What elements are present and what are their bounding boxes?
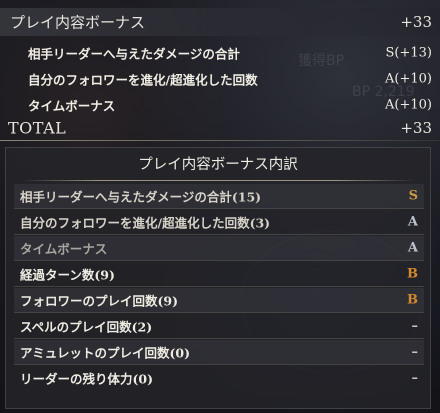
row-divider [14, 208, 424, 209]
total-label: TOTAL [8, 118, 67, 138]
summary-total-value: +33 [400, 13, 432, 31]
row-divider [14, 338, 424, 339]
breakdown-row: タイムボーナス A [14, 236, 424, 261]
breakdown-row-grade: B [407, 266, 418, 282]
summary-item-value: A(+10) [385, 71, 432, 87]
breakdown-row-grade: – [411, 370, 419, 386]
summary-item: タイムボーナス A(+10) [0, 92, 440, 118]
row-divider [14, 260, 424, 261]
breakdown-row-grade: – [411, 318, 419, 334]
summary-item: 自分のフォロワーを進化/超進化した回数 A(+10) [0, 66, 440, 92]
breakdown-row-grade: S [408, 188, 418, 204]
breakdown-row: リーダーの残り体力(0) – [14, 366, 424, 390]
breakdown-row-label: リーダーの残り体力(0) [20, 371, 154, 387]
total-divider [0, 140, 440, 141]
breakdown-row: フォロワーのプレイ回数(9) B [14, 288, 424, 313]
row-divider [14, 234, 424, 235]
total-row: TOTAL +33 [0, 117, 440, 139]
breakdown-row-label: タイムボーナス [20, 241, 108, 257]
row-divider [14, 312, 424, 313]
breakdown-row-label: フォロワーのプレイ回数(9) [20, 293, 179, 309]
row-divider [14, 286, 424, 287]
summary-item-label: 相手リーダーへ与えたダメージの合計 [28, 46, 240, 62]
summary-header: プレイ内容ボーナス +33 [0, 8, 440, 36]
breakdown-row-label: 自分のフォロワーを進化/超進化した回数(3) [20, 215, 271, 231]
breakdown-row-grade: – [411, 344, 419, 360]
summary-item-label: タイムボーナス [28, 98, 116, 114]
row-divider [14, 364, 424, 365]
breakdown-row-label: アミュレットのプレイ回数(0) [20, 345, 191, 361]
breakdown-row: 経過ターン数(9) B [14, 262, 424, 287]
summary-item-label: 自分のフォロワーを進化/超進化した回数 [28, 72, 258, 88]
breakdown-row: スペルのプレイ回数(2) – [14, 314, 424, 339]
breakdown-row: 自分のフォロワーを進化/超進化した回数(3) A [14, 210, 424, 235]
summary-title: プレイ内容ボーナス [10, 13, 146, 32]
bonus-breakdown-panel: プレイ内容ボーナス内訳 相手リーダーへ与えたダメージの合計(15) S 自分のフ… [5, 147, 431, 409]
breakdown-row: 相手リーダーへ与えたダメージの合計(15) S [14, 184, 424, 209]
total-value: +33 [400, 119, 432, 137]
breakdown-row-grade: A [407, 240, 418, 256]
panel-title-divider [20, 180, 416, 181]
summary-item-value: S(+13) [385, 45, 432, 61]
breakdown-row-grade: A [407, 214, 418, 230]
breakdown-row-label: スペルのプレイ回数(2) [20, 319, 153, 335]
summary-item: 相手リーダーへ与えたダメージの合計 S(+13) [0, 40, 440, 66]
breakdown-row-label: 相手リーダーへ与えたダメージの合計(15) [20, 189, 262, 205]
breakdown-row-label: 経過ターン数(9) [20, 267, 115, 283]
breakdown-row: アミュレットのプレイ回数(0) – [14, 340, 424, 365]
summary-item-value: A(+10) [385, 97, 432, 113]
panel-title: プレイ内容ボーナス内訳 [138, 157, 298, 173]
breakdown-row-grade: B [407, 292, 418, 308]
